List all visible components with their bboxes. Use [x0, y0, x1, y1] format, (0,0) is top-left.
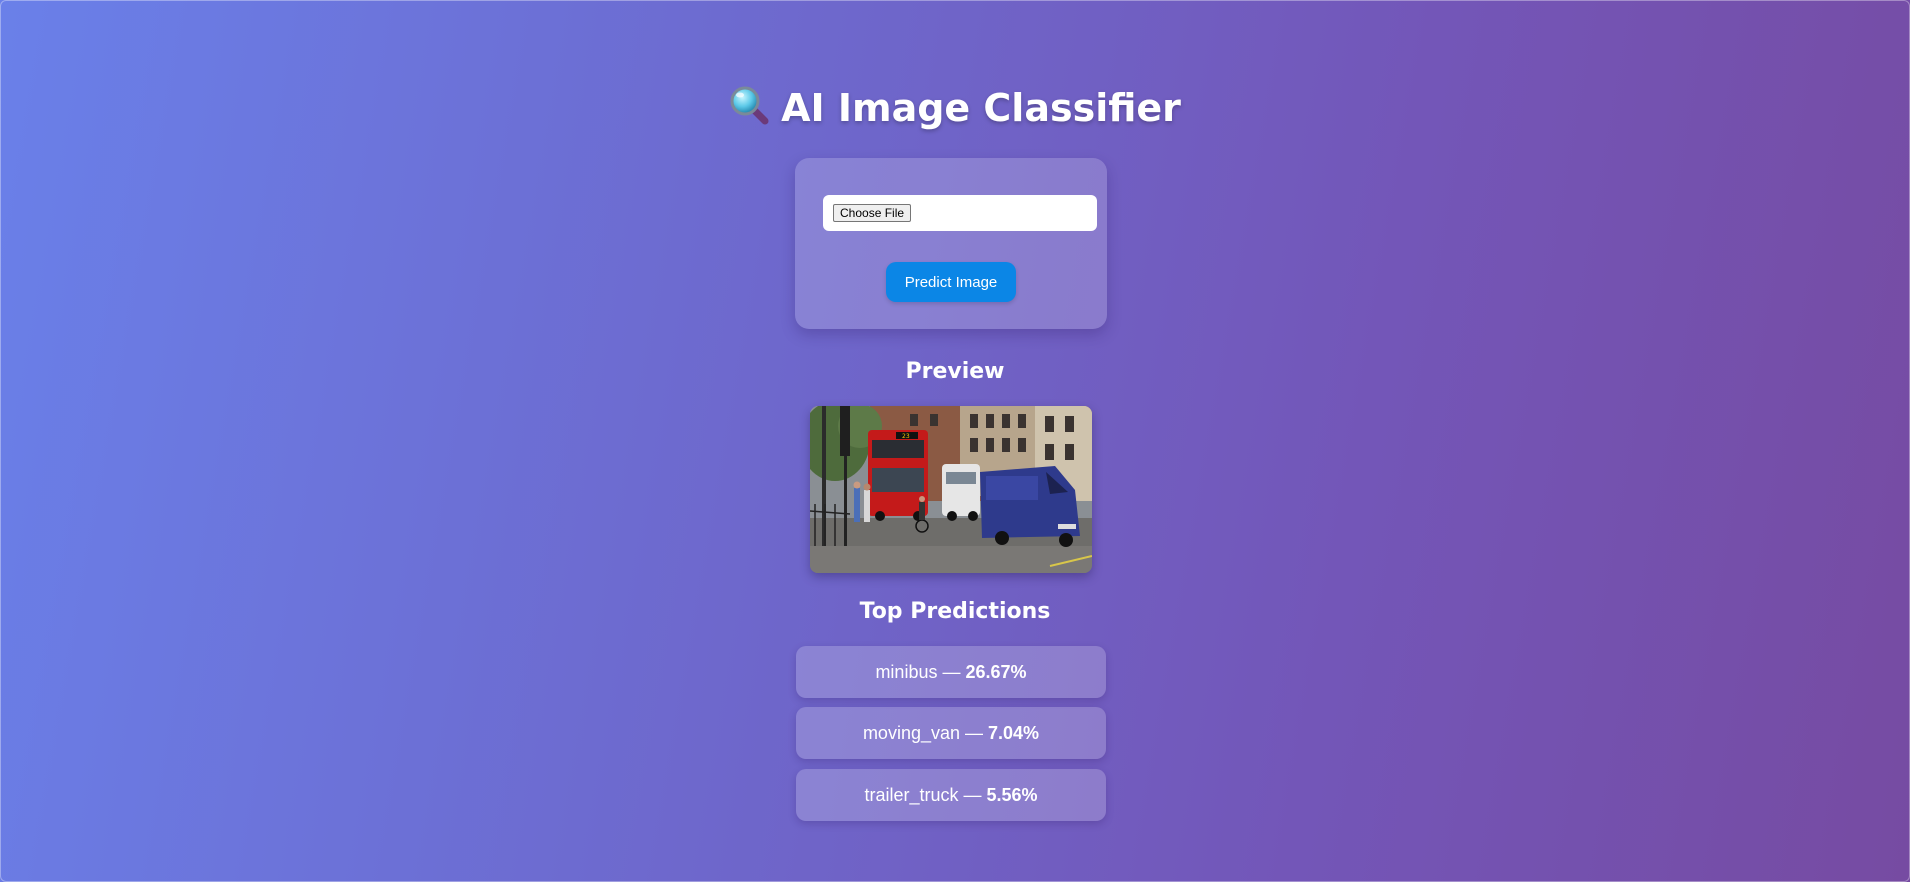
preview-image: 23 — [810, 406, 1092, 573]
app-container: AI Image Classifier Choose File Predict … — [0, 0, 1910, 882]
prediction-label: minibus — [875, 662, 938, 682]
prediction-label: moving_van — [862, 723, 960, 743]
prediction-item: minibus — 26.67% — [796, 646, 1106, 698]
prediction-percent: 7.04% — [988, 723, 1040, 743]
file-input[interactable]: Choose File — [823, 195, 1097, 231]
upload-card: Choose File Predict Image — [795, 158, 1107, 329]
magnifying-glass-icon — [730, 86, 769, 125]
choose-file-button[interactable]: Choose File — [833, 204, 912, 222]
prediction-label: trailer_truck — [864, 785, 959, 805]
prediction-percent: 5.56% — [986, 785, 1038, 805]
page-title: AI Image Classifier — [0, 80, 1910, 136]
prediction-item: trailer_truck — 5.56% — [796, 769, 1106, 821]
page-title-text: AI Image Classifier — [781, 86, 1181, 130]
svg-text:23: 23 — [902, 433, 910, 440]
prediction-percent: 26.67% — [965, 662, 1027, 682]
top-predictions-heading: Top Predictions — [859, 599, 1051, 624]
street-scene-image: 23 — [810, 406, 1092, 573]
prediction-separator: — — [958, 785, 987, 805]
prediction-item: moving_van — 7.04% — [796, 707, 1106, 759]
preview-heading: Preview — [905, 359, 1005, 384]
predict-image-button[interactable]: Predict Image — [886, 262, 1016, 302]
prediction-separator: — — [937, 662, 966, 682]
prediction-separator: — — [960, 723, 989, 743]
